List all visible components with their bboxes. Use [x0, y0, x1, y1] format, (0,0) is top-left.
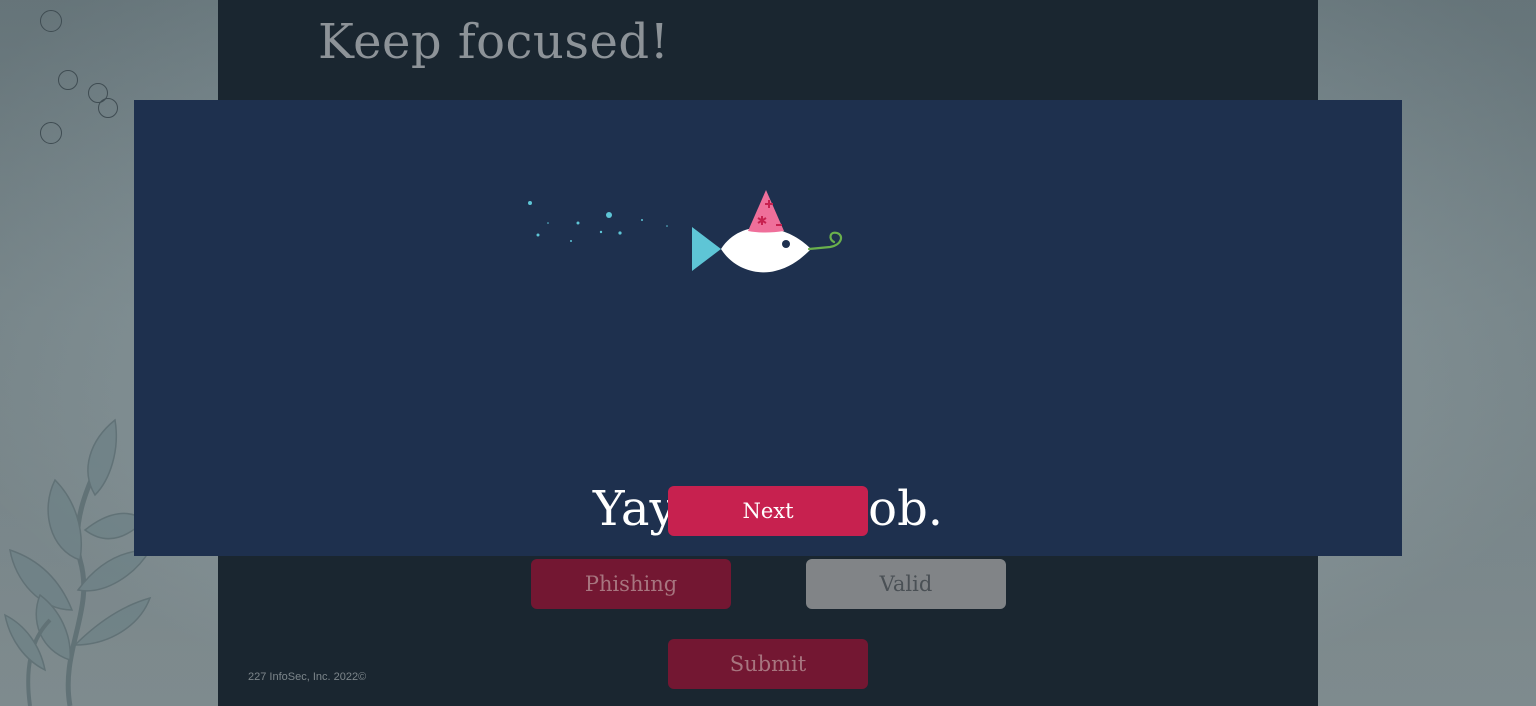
next-button[interactable]: Next	[668, 486, 868, 536]
bubble-decoration	[98, 98, 118, 118]
phishing-button[interactable]: Phishing	[531, 559, 731, 609]
bubble-decoration	[40, 10, 62, 32]
page-title: Keep focused!	[318, 14, 670, 70]
party-fish-icon	[528, 190, 843, 273]
valid-button[interactable]: Valid	[806, 559, 1006, 609]
bubble-decoration	[40, 122, 62, 144]
bubble-decoration	[58, 70, 78, 90]
feedback-modal: Yay! Good job. Next	[134, 100, 1402, 556]
submit-button[interactable]: Submit	[668, 639, 868, 689]
copyright-text: 227 InfoSec, Inc. 2022©	[248, 671, 367, 683]
